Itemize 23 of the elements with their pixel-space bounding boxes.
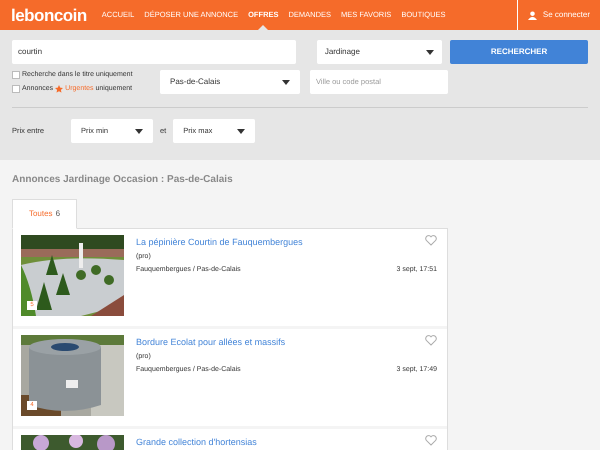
user-icon: [528, 10, 537, 20]
caret-icon: [237, 128, 246, 134]
checkbox[interactable]: [12, 71, 20, 80]
heart-icon[interactable]: [425, 435, 437, 446]
logo[interactable]: leboncoin: [11, 6, 87, 24]
results-heading: Annonces Jardinage Occasion : Pas-de-Calais: [12, 173, 234, 187]
heart-icon[interactable]: [425, 335, 437, 346]
category-select[interactable]: Jardinage: [316, 40, 442, 64]
star-icon: [55, 84, 64, 93]
region-select[interactable]: Pas-de-Calais: [160, 70, 300, 94]
listing-title[interactable]: La pépinière Courtin de Fauquembergues: [136, 237, 303, 248]
listing-title[interactable]: Bordure Ecolat pour allées et massifs: [136, 337, 286, 348]
caret-icon: [426, 50, 434, 54]
caret-icon: [135, 128, 143, 134]
checkbox[interactable]: [12, 84, 20, 93]
search-field[interactable]: courtin: [12, 40, 296, 64]
listing-card[interactable]: Grande collection d'hortensias: [13, 429, 447, 450]
caret-icon: [282, 80, 290, 84]
login-link[interactable]: Se connecter: [542, 9, 590, 21]
listing-title[interactable]: Grande collection d'hortensias: [136, 437, 257, 448]
search-button[interactable]: RECHERCHER: [450, 40, 588, 64]
heart-icon[interactable]: [425, 235, 437, 246]
tab[interactable]: Toutes 6: [12, 199, 77, 229]
